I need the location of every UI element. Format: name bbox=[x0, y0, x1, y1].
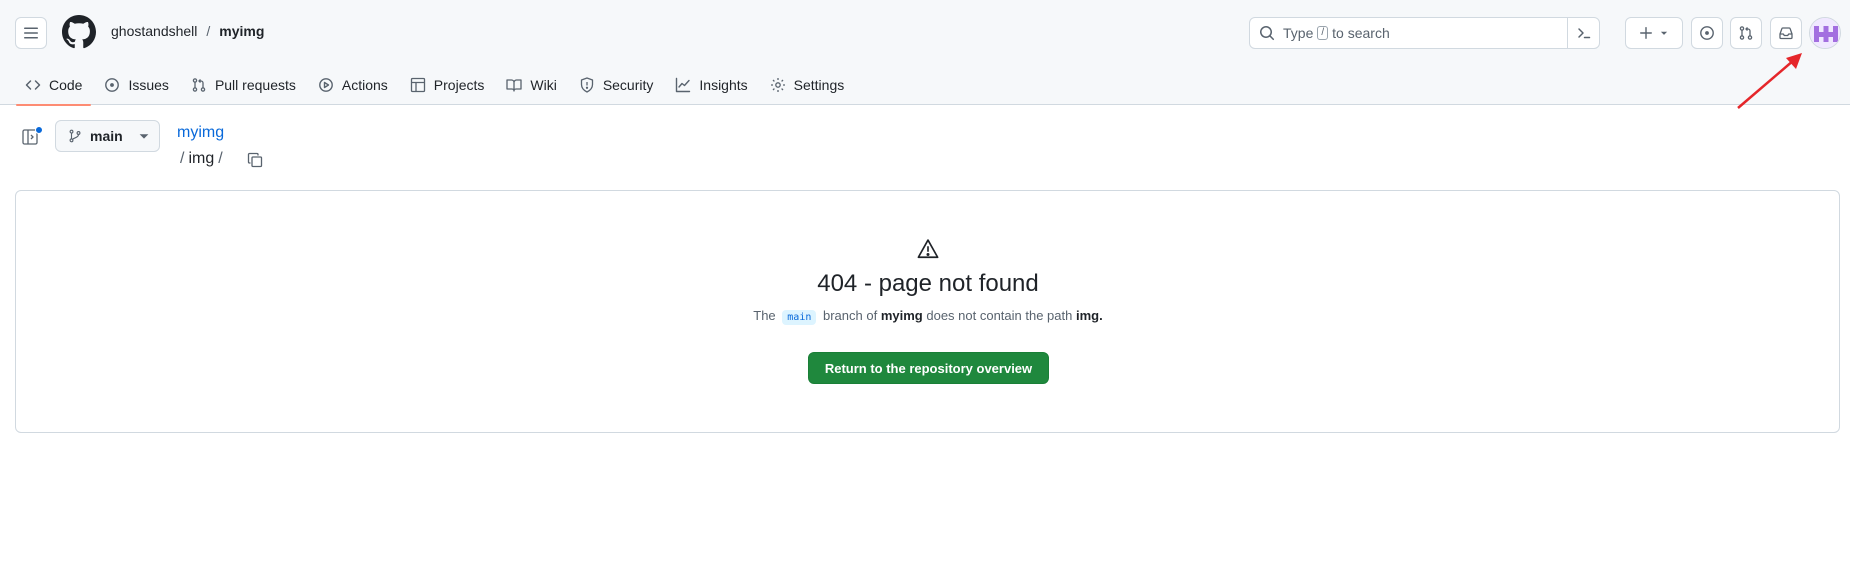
git-branch-icon bbox=[69, 129, 81, 143]
not-found-description: The main branch of myimg does not contai… bbox=[0, 308, 1850, 325]
triangle-down-icon bbox=[139, 134, 149, 139]
desc-repo: myimg bbox=[880, 308, 923, 323]
triangle-down-icon bbox=[1660, 31, 1668, 35]
tab-code[interactable]: Code bbox=[16, 64, 92, 106]
tab-actions[interactable]: Actions bbox=[309, 64, 397, 105]
annotation-arrow bbox=[1737, 53, 1802, 109]
tab-label: Security bbox=[602, 76, 654, 93]
branch-name: main bbox=[90, 128, 123, 144]
path-separator: / bbox=[180, 150, 185, 167]
search-placeholder-post: to search bbox=[1332, 25, 1390, 41]
app-header: ghostandshell / myimg Type / to search C… bbox=[0, 0, 1850, 106]
command-palette-button[interactable] bbox=[1567, 18, 1599, 48]
tab-issues[interactable]: Issues bbox=[95, 64, 177, 105]
avatar[interactable] bbox=[1809, 17, 1841, 49]
search-icon bbox=[1260, 26, 1275, 41]
tab-label: Pull requests bbox=[214, 76, 296, 93]
issues-button[interactable] bbox=[1691, 17, 1723, 49]
inbox-icon bbox=[1779, 27, 1793, 40]
tab-label: Code bbox=[49, 76, 83, 93]
desc-text: does not contain the path bbox=[926, 308, 1073, 323]
inbox-button[interactable] bbox=[1770, 17, 1802, 49]
tab-label: Wiki bbox=[530, 76, 557, 93]
tab-pull-requests[interactable]: Pull requests bbox=[182, 64, 305, 105]
desc-path: img. bbox=[1076, 308, 1103, 323]
tab-label: Insights bbox=[699, 76, 748, 93]
tab-label: Settings bbox=[793, 76, 845, 93]
search-input[interactable]: Type / to search bbox=[1249, 17, 1600, 49]
tab-security[interactable]: Security bbox=[570, 64, 663, 105]
git-pull-request-icon bbox=[192, 77, 206, 92]
file-tree-toggle-button[interactable] bbox=[22, 126, 43, 148]
plus-icon bbox=[1640, 27, 1652, 39]
code-icon bbox=[25, 79, 41, 90]
page-title: 404 - page not found bbox=[817, 270, 1039, 297]
table-icon bbox=[410, 77, 425, 92]
gear-icon bbox=[770, 77, 785, 92]
tab-label: Actions bbox=[341, 76, 388, 93]
tab-settings[interactable]: Settings bbox=[761, 64, 854, 105]
branch-code-badge: main bbox=[782, 310, 817, 325]
branch-selector[interactable]: main bbox=[55, 120, 160, 152]
notification-dot bbox=[35, 126, 43, 134]
repo-tabs: Code Issues Pull requests Actions Projec… bbox=[16, 64, 857, 106]
path-segment: img bbox=[188, 150, 215, 167]
identicon-avatar bbox=[1810, 18, 1840, 48]
desc-text: The bbox=[753, 308, 776, 323]
shield-icon bbox=[580, 76, 593, 93]
hamburger-icon bbox=[24, 27, 38, 39]
issues-icon bbox=[1700, 26, 1714, 40]
search-shortcut-key: / bbox=[1317, 26, 1329, 40]
tab-wiki[interactable]: Wiki bbox=[497, 64, 565, 105]
hamburger-menu-button[interactable] bbox=[15, 17, 47, 49]
breadcrumb-separator: / bbox=[206, 23, 211, 39]
search-placeholder-pre: Type bbox=[1283, 25, 1314, 41]
issue-opened-icon bbox=[105, 77, 120, 92]
book-icon bbox=[506, 78, 523, 92]
tab-label: Issues bbox=[128, 76, 169, 93]
return-to-repo-button[interactable]: Return to the repository overview bbox=[808, 352, 1049, 384]
alert-icon bbox=[917, 239, 939, 259]
github-logo[interactable] bbox=[62, 15, 96, 49]
tab-projects[interactable]: Projects bbox=[401, 64, 494, 105]
owner-link[interactable]: ghostandshell bbox=[111, 23, 197, 39]
pull-requests-icon bbox=[1739, 26, 1753, 40]
breadcrumb: ghostandshell / myimg bbox=[111, 23, 264, 39]
tab-label: Projects bbox=[433, 76, 485, 93]
desc-text: branch of bbox=[823, 308, 878, 323]
pull-requests-button[interactable] bbox=[1730, 17, 1762, 49]
play-icon bbox=[318, 77, 333, 92]
top-bar: ghostandshell / myimg Type / to search bbox=[0, 0, 1850, 64]
graph-icon bbox=[676, 77, 691, 92]
repo-root-link[interactable]: myimg bbox=[177, 124, 224, 142]
tab-insights[interactable]: Insights bbox=[666, 64, 756, 105]
repo-link[interactable]: myimg bbox=[219, 23, 264, 39]
path-separator: / bbox=[218, 150, 223, 167]
file-path: / img / bbox=[180, 150, 223, 168]
command-palette-icon bbox=[1577, 28, 1590, 39]
create-new-button[interactable] bbox=[1625, 17, 1683, 49]
copy-icon[interactable] bbox=[247, 152, 263, 168]
